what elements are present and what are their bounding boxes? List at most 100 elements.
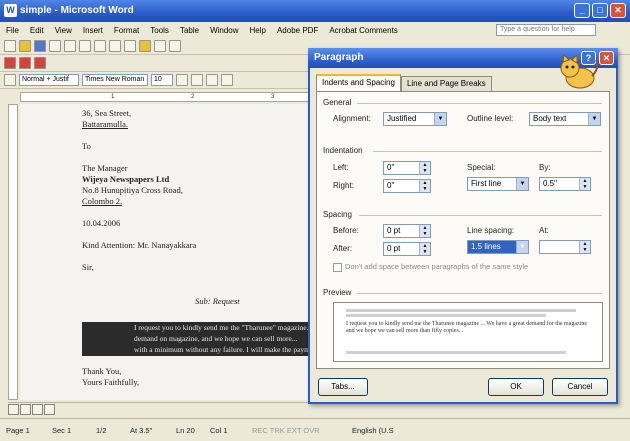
- after-label: After:: [333, 244, 353, 253]
- tabs-button[interactable]: Tabs...: [318, 378, 368, 396]
- spinner-buttons[interactable]: ▲ ▼: [419, 225, 430, 237]
- recipient-company: Wijeya Newspapers Ltd: [82, 174, 170, 184]
- menu-acrobat-comments[interactable]: Acrobat Comments: [329, 26, 397, 35]
- save-icon[interactable]: [34, 40, 46, 52]
- spinner-buttons[interactable]: ▲ ▼: [419, 162, 430, 174]
- left-indent-label: Left:: [333, 163, 349, 172]
- normal-view-icon[interactable]: [8, 404, 19, 415]
- status-pages: 1/2: [96, 426, 107, 435]
- divider: [357, 103, 602, 104]
- convert-to-pdf-icon[interactable]: [4, 57, 16, 69]
- web-layout-icon[interactable]: [20, 404, 31, 415]
- spelling-icon[interactable]: [94, 40, 106, 52]
- spinner-buttons[interactable]: ▲ ▼: [419, 243, 430, 255]
- menu-window[interactable]: Window: [210, 26, 238, 35]
- dialog-title: Paragraph: [314, 52, 364, 63]
- alignment-value: Justified: [387, 114, 417, 123]
- vertical-ruler[interactable]: [8, 104, 18, 400]
- paste-icon[interactable]: [139, 40, 151, 52]
- print-icon[interactable]: [64, 40, 76, 52]
- spacing-before-input[interactable]: 0 pt ▲ ▼: [383, 224, 431, 238]
- align-left-icon[interactable]: [221, 74, 233, 86]
- horizontal-scrollbar[interactable]: [8, 402, 608, 416]
- tab-line-page-breaks[interactable]: Line and Page Breaks: [400, 76, 492, 91]
- menu-edit[interactable]: Edit: [30, 26, 44, 35]
- recipient-title: The Manager: [82, 163, 128, 173]
- menu-view[interactable]: View: [55, 26, 72, 35]
- menu-table[interactable]: Table: [180, 26, 199, 35]
- sender-city: Battaramulla.: [82, 119, 129, 129]
- pdf-review-icon[interactable]: [34, 57, 46, 69]
- print-layout-icon[interactable]: [32, 404, 43, 415]
- menu-insert[interactable]: Insert: [83, 26, 103, 35]
- letter-closing: Thank You, Yours Faithfully,: [82, 366, 312, 388]
- new-document-icon[interactable]: [4, 40, 16, 52]
- close-button[interactable]: ✕: [610, 3, 626, 18]
- maximize-button[interactable]: □: [592, 3, 608, 18]
- reading-layout-icon[interactable]: [44, 404, 55, 415]
- font-select[interactable]: Times New Roman: [82, 74, 148, 86]
- recipient-city: Colombo 2.: [82, 196, 123, 206]
- status-language: English (U.S: [352, 426, 394, 435]
- dialog-close-icon[interactable]: ✕: [599, 51, 614, 65]
- line-spacing-select[interactable]: 1.5 lines ▼: [467, 240, 529, 254]
- pdf-email-icon[interactable]: [19, 57, 31, 69]
- print-preview-icon[interactable]: [79, 40, 91, 52]
- at-label: At:: [539, 226, 549, 235]
- title-bar: W simple - Microsoft Word _ □ ✕: [0, 0, 630, 22]
- spinner-buttons[interactable]: ▲ ▼: [579, 178, 590, 190]
- pdf-toolbar: [0, 55, 310, 72]
- menu-help[interactable]: Help: [250, 26, 266, 35]
- tab-indents-spacing[interactable]: Indents and Spacing: [316, 74, 401, 91]
- ruler-mark: 2: [191, 94, 195, 100]
- dialog-tabs: Indents and Spacing Line and Page Breaks: [316, 74, 492, 91]
- outline-level-select[interactable]: Body text ▼: [529, 112, 601, 126]
- horizontal-ruler[interactable]: 1 2 3: [20, 92, 320, 102]
- closing-thanks: Thank You,: [82, 366, 122, 376]
- bold-icon[interactable]: [176, 74, 188, 86]
- spinner-buttons[interactable]: ▲ ▼: [419, 180, 430, 192]
- menu-adobe-pdf[interactable]: Adobe PDF: [277, 26, 318, 35]
- at-input[interactable]: ▲ ▼: [539, 240, 591, 254]
- right-indent-input[interactable]: 0" ▲ ▼: [383, 179, 431, 193]
- by-input[interactable]: 0.5" ▲ ▼: [539, 177, 591, 191]
- paragraph-dialog: Paragraph ? ✕ Indents and Spacing Line a…: [308, 48, 618, 404]
- undo-icon[interactable]: [169, 40, 181, 52]
- status-bar: Page 1 Sec 1 1/2 At 3.5" Ln 20 Col 1 REC…: [0, 418, 630, 441]
- by-label: By:: [539, 163, 551, 172]
- spacing-after-input[interactable]: 0 pt ▲ ▼: [383, 242, 431, 256]
- special-select[interactable]: First line ▼: [467, 177, 529, 191]
- dont-add-space-checkbox[interactable]: Don't add space between paragraphs of th…: [333, 262, 528, 272]
- help-search-input[interactable]: Type a question for help: [496, 24, 596, 36]
- font-size-select[interactable]: 10: [151, 74, 173, 86]
- right-indent-label: Right:: [333, 181, 354, 190]
- office-assistant-cat-icon[interactable]: [556, 54, 600, 90]
- attention-line: Kind Attention: Mr. Nanayakkara: [82, 240, 197, 250]
- styles-pane-icon[interactable]: [4, 74, 16, 86]
- spacing-group-label: Spacing: [323, 210, 352, 219]
- open-folder-icon[interactable]: [19, 40, 31, 52]
- style-select[interactable]: Normal + Justif: [19, 74, 79, 86]
- spacing-after-value: 0 pt: [387, 244, 401, 253]
- selected-line: demand on magazine, and we hope we can s…: [134, 334, 298, 343]
- minimize-button[interactable]: _: [574, 3, 590, 18]
- preview-group-label: Preview: [323, 288, 352, 297]
- menu-format[interactable]: Format: [114, 26, 139, 35]
- underline-icon[interactable]: [206, 74, 218, 86]
- selected-paragraph[interactable]: I request you to kindly send me the "Tha…: [82, 322, 312, 356]
- cancel-button[interactable]: Cancel: [552, 378, 608, 396]
- format-painter-icon[interactable]: [154, 40, 166, 52]
- permission-icon[interactable]: [49, 40, 61, 52]
- document-page[interactable]: 36, Sea Street, Battaramulla. To The Man…: [20, 104, 312, 400]
- italic-icon[interactable]: [191, 74, 203, 86]
- spinner-buttons[interactable]: ▲ ▼: [579, 241, 590, 253]
- ok-button[interactable]: OK: [488, 378, 544, 396]
- menu-tools[interactable]: Tools: [150, 26, 169, 35]
- checkbox-box[interactable]: [333, 262, 342, 272]
- menu-file[interactable]: File: [6, 26, 19, 35]
- formatting-toolbar: Normal + Justif Times New Roman 10: [0, 72, 310, 89]
- copy-icon[interactable]: [124, 40, 136, 52]
- alignment-select[interactable]: Justified ▼: [383, 112, 447, 126]
- left-indent-input[interactable]: 0" ▲ ▼: [383, 161, 431, 175]
- cut-icon[interactable]: [109, 40, 121, 52]
